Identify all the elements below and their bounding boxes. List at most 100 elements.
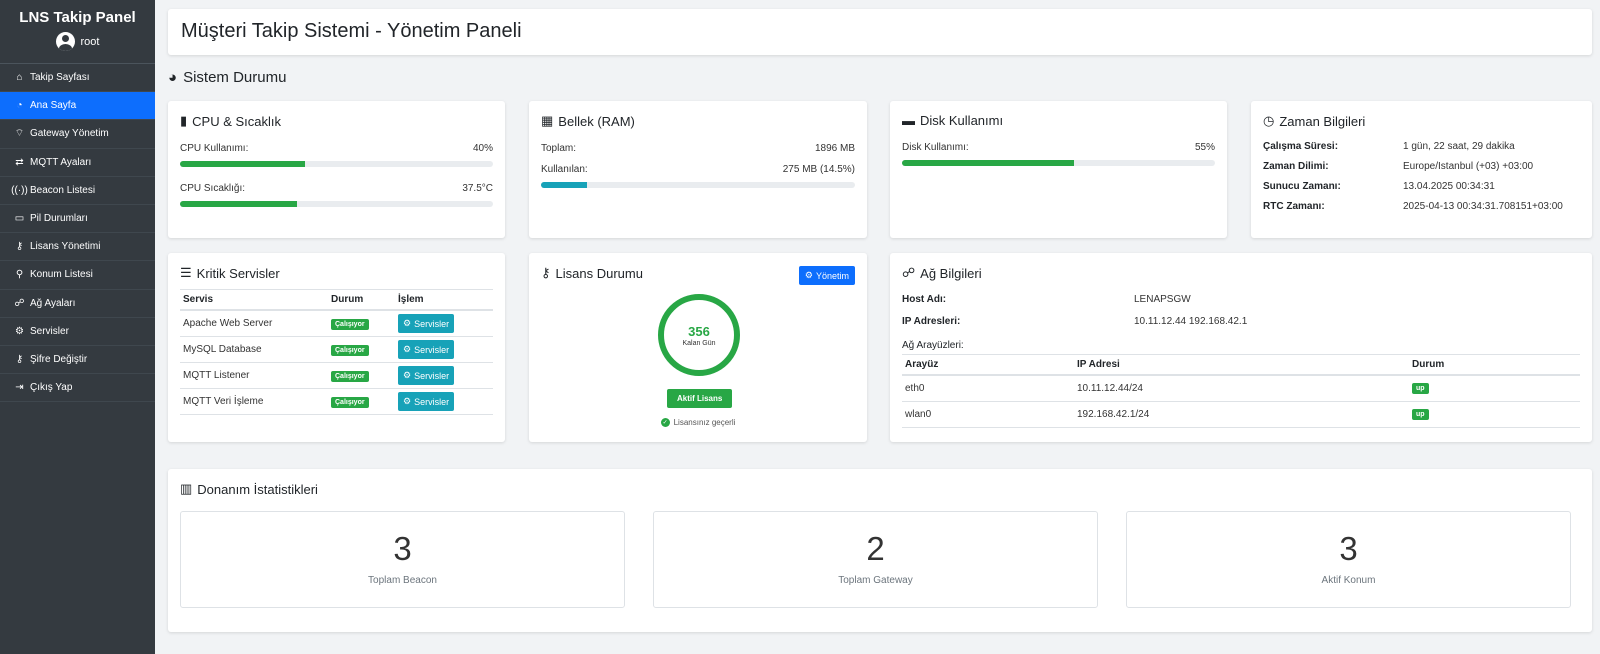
sidebar-item-sifre-degistir[interactable]: ⚷ Şifre Değiştir — [0, 346, 155, 375]
disk-usage-row: Disk Kullanımı: 55% — [902, 142, 1215, 153]
cogs-icon: ⚙ — [804, 270, 813, 280]
disk-card-title: ▬ Disk Kullanımı — [902, 113, 1004, 128]
ram-used-fill — [541, 182, 587, 188]
disk-usage-bar — [902, 160, 1215, 166]
license-valid-note: ✓ Lisansınız geçerli — [660, 418, 736, 427]
services-card: ☰ Kritik Servisler Servis Durum İşlem Ap… — [168, 253, 505, 442]
cpu-temp-bar — [180, 201, 493, 207]
stat-total-beacon: 3 Toplam Beacon — [180, 511, 625, 608]
active-license-button[interactable]: Aktif Lisans — [667, 389, 733, 408]
ram-card: ▦ Bellek (RAM) Toplam: 1896 MB Kullanıla… — [529, 101, 867, 238]
services-button[interactable]: ⚙ Servisler — [398, 314, 455, 333]
table-row: MQTT Listener Çalışıyor ⚙ Servisler — [180, 362, 493, 389]
username: root — [80, 35, 100, 48]
network-icon: ☍ — [902, 265, 916, 280]
disk-usage-value: 55% — [1194, 142, 1215, 153]
check-circle-icon: ✓ — [660, 418, 670, 427]
stat-label: Toplam Beacon — [368, 575, 437, 586]
sidebar-item-takip-sayfasi[interactable]: ⌂ Takip Sayfası — [0, 64, 155, 93]
network-card-title: ☍ Ağ Bilgileri — [902, 265, 982, 281]
sidebar-header: LNS Takip Panel root — [0, 0, 155, 64]
license-manage-button[interactable]: ⚙ Yönetim — [798, 266, 855, 285]
services-button[interactable]: ⚙ Servisler — [398, 366, 455, 385]
services-button[interactable]: ⚙ Servisler — [398, 392, 455, 411]
timezone-row: Zaman Dilimi: Europe/Istanbul (+03) +03:0… — [1263, 161, 1534, 172]
tachometer-icon: ◕ — [168, 69, 178, 86]
stat-total-gateway: 2 Toplam Gateway — [653, 511, 1098, 608]
sidebar: LNS Takip Panel root ⌂ Takip Sayfası ◔ Ana… — [0, 0, 155, 654]
license-card: ⚷ Lisans Durumu ⚙ Yönetim 356 Kalan Gün … — [529, 253, 867, 442]
services-button[interactable]: ⚙ Servisler — [398, 340, 455, 359]
sidebar-item-beacon-listesi[interactable]: ((·)) Beacon Listesi — [0, 177, 155, 205]
col-header-ip: IP Adresi — [1074, 354, 1409, 376]
key-icon: ⚷ — [541, 265, 551, 280]
stat-label: Toplam Gateway — [838, 575, 913, 586]
memory-icon: ▦ — [541, 113, 554, 128]
clock-icon: ◷ — [1263, 113, 1275, 128]
page-title: Müşteri Takip Sistemi - Yönetim Paneli — [181, 20, 522, 42]
sidebar-item-pil-durumlari[interactable]: ▭ Pil Durumları — [0, 205, 155, 234]
hdd-icon: ▬ — [902, 113, 915, 128]
col-header-interface: Arayüz — [902, 354, 1074, 376]
broadcast-tower-icon: ((·)) — [11, 184, 28, 196]
sidebar-item-ana-sayfa[interactable]: ◔ Ana Sayfa — [0, 92, 155, 121]
ram-total-row: Toplam: 1896 MB — [541, 143, 855, 154]
map-marker-icon: ⚲ — [15, 269, 24, 281]
interfaces-label: Ağ Arayüzleri: — [902, 340, 964, 351]
bar-chart-icon: ▥ — [180, 481, 193, 496]
ip-row: IP Adresleri: 10.11.12.44 192.168.42.1 — [902, 316, 1248, 327]
exchange-icon: ⇄ — [15, 156, 24, 168]
server-time-row: Sunucu Zamanı: 13.04.2025 00:34:31 — [1263, 181, 1495, 192]
microchip-icon: ▮ — [180, 113, 188, 128]
table-row: MQTT Veri İşleme Çalışıyor ⚙ Servisler — [180, 388, 493, 415]
stat-value: 2 — [866, 530, 885, 567]
uptime-row: Çalışma Süresi: 1 gün, 22 saat, 29 dakika — [1263, 141, 1515, 152]
ram-used-value: 275 MB (14.5%) — [782, 164, 855, 175]
status-badge: up — [1412, 383, 1429, 395]
sidebar-item-mqtt-ayarlari[interactable]: ⇄ MQTT Ayaları — [0, 149, 155, 177]
sign-out-icon: ⇥ — [15, 382, 24, 394]
status-badge: Çalışıyor — [331, 344, 369, 356]
services-card-title: ☰ Kritik Servisler — [180, 265, 280, 281]
cpu-usage-bar — [180, 161, 493, 167]
home-icon: ⌂ — [16, 72, 23, 84]
table-row: eth0 10.11.12.44/24 up — [902, 375, 1580, 402]
cpu-usage-value: 40% — [472, 143, 493, 154]
cpu-card-title: ▮ CPU & Sıcaklık — [180, 113, 282, 129]
services-table: Servis Durum İşlem Apache Web Server Çal… — [180, 289, 493, 415]
sidebar-item-gateway-yonetim[interactable]: ⌔ Gateway Yönetim — [0, 120, 155, 149]
hardware-stats-card: ▥ Donanım İstatistikleri 3 Toplam Beacon… — [168, 469, 1592, 632]
interfaces-table: Arayüz IP Adresi Durum eth0 10.11.12.44/… — [902, 354, 1580, 428]
cpu-usage-fill — [180, 161, 306, 167]
rtc-time-row: RTC Zamanı: 2025-04-13 00:34:31.708151+03… — [1263, 201, 1563, 212]
ram-used-row: Kullanılan: 275 MB (14.5%) — [541, 164, 855, 175]
cogs-icon: ⚙ — [15, 325, 24, 337]
section-title-system-status: ◕ Sistem Durumu — [168, 69, 287, 86]
status-badge: Çalışıyor — [331, 318, 369, 330]
sidebar-item-servisler[interactable]: ⚙ Servisler — [0, 318, 155, 346]
sidebar-item-lisans-yonetimi[interactable]: ⚷ Lisans Yönetimi — [0, 233, 155, 262]
time-card-title: ◷ Zaman Bilgileri — [1263, 113, 1366, 129]
hardware-stats-title: ▥ Donanım İstatistikleri — [180, 481, 318, 497]
page-header: Müşteri Takip Sistemi - Yönetim Paneli — [168, 9, 1592, 55]
stat-value: 3 — [393, 530, 412, 567]
sidebar-item-cikis-yap[interactable]: ⇥ Çıkış Yap — [0, 374, 155, 403]
time-card: ◷ Zaman Bilgileri Çalışma Süresi: 1 gün, … — [1251, 101, 1592, 238]
table-row: MySQL Database Çalışıyor ⚙ Servisler — [180, 336, 493, 363]
battery-icon: ▭ — [14, 213, 25, 225]
license-days-value: 356 — [688, 323, 710, 339]
ram-used-bar — [541, 182, 855, 188]
stat-active-location: 3 Aktif Konum — [1126, 511, 1571, 608]
status-badge: up — [1412, 409, 1429, 420]
stat-label: Aktif Konum — [1321, 575, 1376, 586]
sidebar-item-ag-ayarlari[interactable]: ☍ Ağ Ayaları — [0, 290, 155, 318]
ram-card-title: ▦ Bellek (RAM) — [541, 113, 635, 129]
license-days-ring: 356 Kalan Gün — [658, 294, 740, 376]
cpu-temp-row: CPU Sıcaklığı: 37.5°C — [180, 183, 493, 194]
cpu-temp-value: 37.5°C — [462, 183, 493, 194]
stat-value: 3 — [1339, 530, 1358, 567]
cogs-icon: ⚙ — [403, 344, 412, 354]
host-row: Host Adı: LENAPSGW — [902, 294, 1191, 305]
server-icon: ☰ — [180, 265, 192, 280]
sidebar-item-konum-listesi[interactable]: ⚲ Konum Listesi — [0, 261, 155, 290]
